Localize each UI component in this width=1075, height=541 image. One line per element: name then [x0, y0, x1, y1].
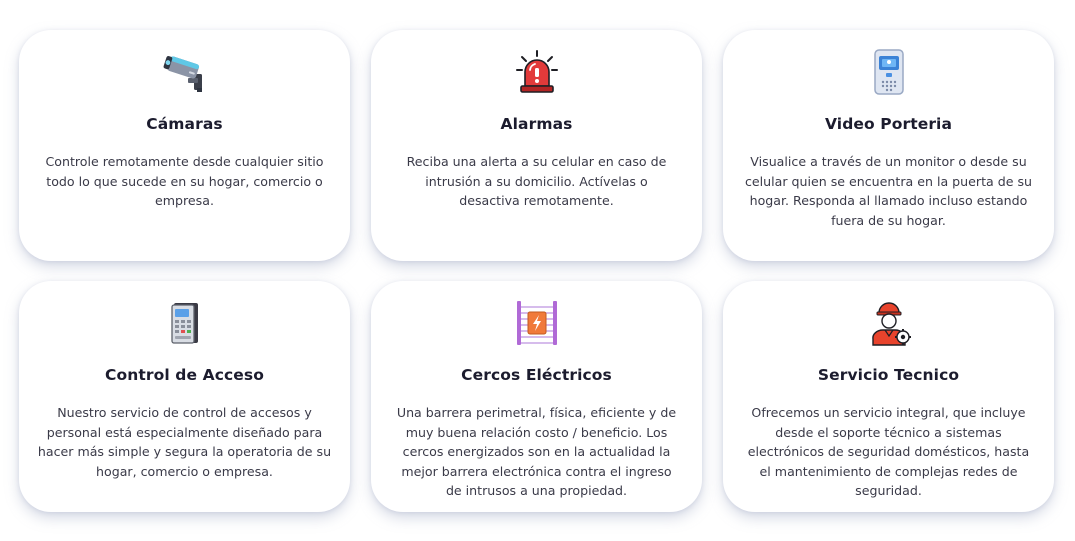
- card-title: Cámaras: [146, 115, 223, 133]
- card-description: Reciba una alerta a su celular en caso d…: [406, 154, 667, 208]
- technician-icon: [865, 299, 913, 347]
- card-title: Alarmas: [500, 115, 573, 133]
- card-description: Visualice a través de un monitor o desde…: [744, 154, 1033, 228]
- alarm-siren-icon: [513, 48, 561, 96]
- access-keypad-icon: [161, 299, 209, 347]
- card-description: Ofrecemos un servicio integral, que incl…: [747, 405, 1030, 498]
- services-grid: Cámaras Controle remotamente desde cualq…: [19, 30, 1054, 512]
- service-card-servicio-tecnico: Servicio Tecnico Ofrecemos un servicio i…: [723, 281, 1054, 512]
- card-description: Nuestro servicio de control de accesos y…: [37, 405, 332, 479]
- service-card-control-de-acceso: Control de Acceso Nuestro servicio de co…: [19, 281, 350, 512]
- card-title: Cercos Eléctricos: [461, 366, 612, 384]
- card-title: Video Porteria: [824, 115, 953, 133]
- video-intercom-icon: [865, 48, 913, 96]
- service-card-camaras: Cámaras Controle remotamente desde cualq…: [19, 30, 350, 261]
- security-camera-icon: [161, 48, 209, 96]
- card-title: Control de Acceso: [105, 366, 264, 384]
- card-description: Controle remotamente desde cualquier sit…: [45, 154, 324, 208]
- card-title: Servicio Tecnico: [817, 366, 960, 384]
- card-description: Una barrera perimetral, física, eficient…: [396, 405, 677, 498]
- service-card-alarmas: Alarmas Reciba una alerta a su celular e…: [371, 30, 702, 261]
- electric-fence-icon: [513, 299, 561, 347]
- service-card-cercos-electricos: Cercos Eléctricos Una barrera perimetral…: [371, 281, 702, 512]
- service-card-video-porteria: Video Porteria Visualice a través de un …: [723, 30, 1054, 261]
